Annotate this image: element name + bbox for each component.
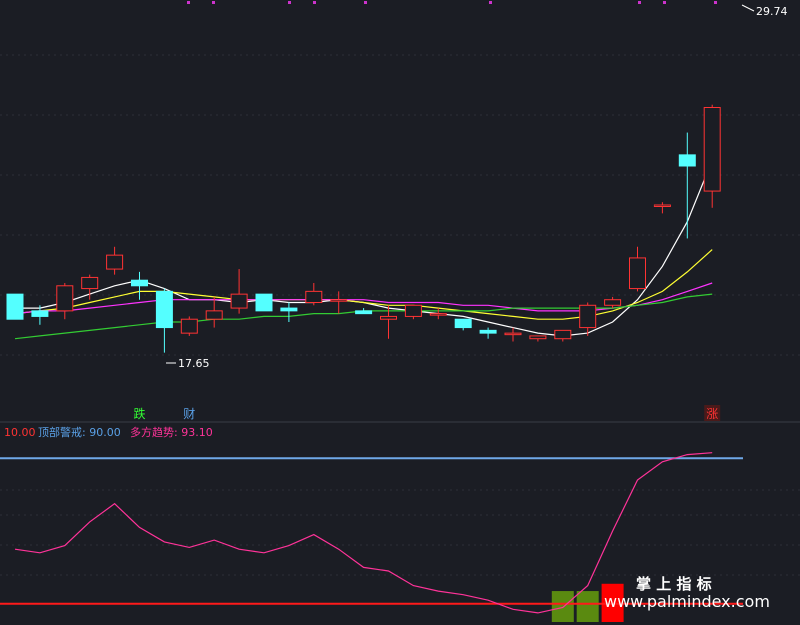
candle-body xyxy=(579,304,597,329)
watermark-title: 掌 上 指 标 xyxy=(636,575,712,593)
candle-body xyxy=(479,329,497,334)
top-dot xyxy=(714,1,717,4)
legend-top-alert: 顶部警戒: 90.00 xyxy=(38,425,121,439)
candle-body xyxy=(255,293,273,312)
candle-body xyxy=(429,313,447,316)
candle-body xyxy=(106,254,124,270)
legend-level-10: 10.00 xyxy=(4,426,36,439)
candlestick-series xyxy=(6,104,721,353)
top-dot xyxy=(288,1,291,4)
min-price-label: 17.65 xyxy=(178,357,210,370)
price-labels: 29.74 17.65 xyxy=(166,4,788,370)
candle-body xyxy=(554,329,572,340)
indicator-reference-lines xyxy=(0,457,743,605)
candle-body xyxy=(205,310,223,320)
candle-body xyxy=(131,279,148,287)
watermark-url: www.palmindex.com xyxy=(604,592,770,611)
candle-body xyxy=(529,335,547,340)
candle-body xyxy=(604,299,622,306)
watermark: 掌 上 指 标 www.palmindex.com xyxy=(604,575,770,611)
candle-body xyxy=(280,307,298,312)
indicator-grid xyxy=(0,489,800,576)
candle-body xyxy=(504,332,522,336)
candle-body xyxy=(404,304,422,317)
top-dot xyxy=(364,1,367,4)
candle-body xyxy=(31,310,49,317)
candle-body xyxy=(703,107,721,192)
candle-body xyxy=(155,290,173,329)
chart-stage: 29.74 17.65 跌 财 涨 10.00 顶部警戒: 90.00 多方趋势: … xyxy=(0,1,800,622)
candle-body xyxy=(56,285,74,312)
candle-body xyxy=(454,318,472,329)
top-dot xyxy=(187,1,190,4)
candle-body xyxy=(180,318,198,334)
candle-body xyxy=(678,154,696,167)
top-marker-dots xyxy=(187,1,717,4)
candle-body xyxy=(230,293,248,309)
top-dot xyxy=(313,1,316,4)
marker-label-3: 涨 xyxy=(706,406,718,421)
signal-markers: 跌财涨 xyxy=(133,405,721,421)
histogram-bar xyxy=(551,591,574,622)
legend-bull-trend: 多方趋势: 93.10 xyxy=(130,425,213,439)
candle-body xyxy=(653,204,671,207)
top-dot xyxy=(638,1,641,4)
candle-body xyxy=(380,315,397,320)
top-dot xyxy=(489,1,492,4)
top-dot xyxy=(212,1,215,4)
indicator-legend: 10.00 顶部警戒: 90.00 多方趋势: 93.10 xyxy=(4,425,213,439)
marker-label-1: 跌 xyxy=(133,406,145,421)
candle-body xyxy=(330,299,348,302)
grid xyxy=(0,54,800,356)
candle-body xyxy=(81,276,99,290)
top-dot xyxy=(663,1,666,4)
candle-body xyxy=(355,310,373,315)
histogram-bar xyxy=(576,591,599,622)
candle-body xyxy=(6,293,24,320)
candle-body xyxy=(629,257,646,290)
candle-body xyxy=(305,290,323,304)
marker-label-2: 财 xyxy=(183,407,195,421)
max-price-label: 29.74 xyxy=(756,5,788,18)
max-price-arrow xyxy=(741,4,755,12)
